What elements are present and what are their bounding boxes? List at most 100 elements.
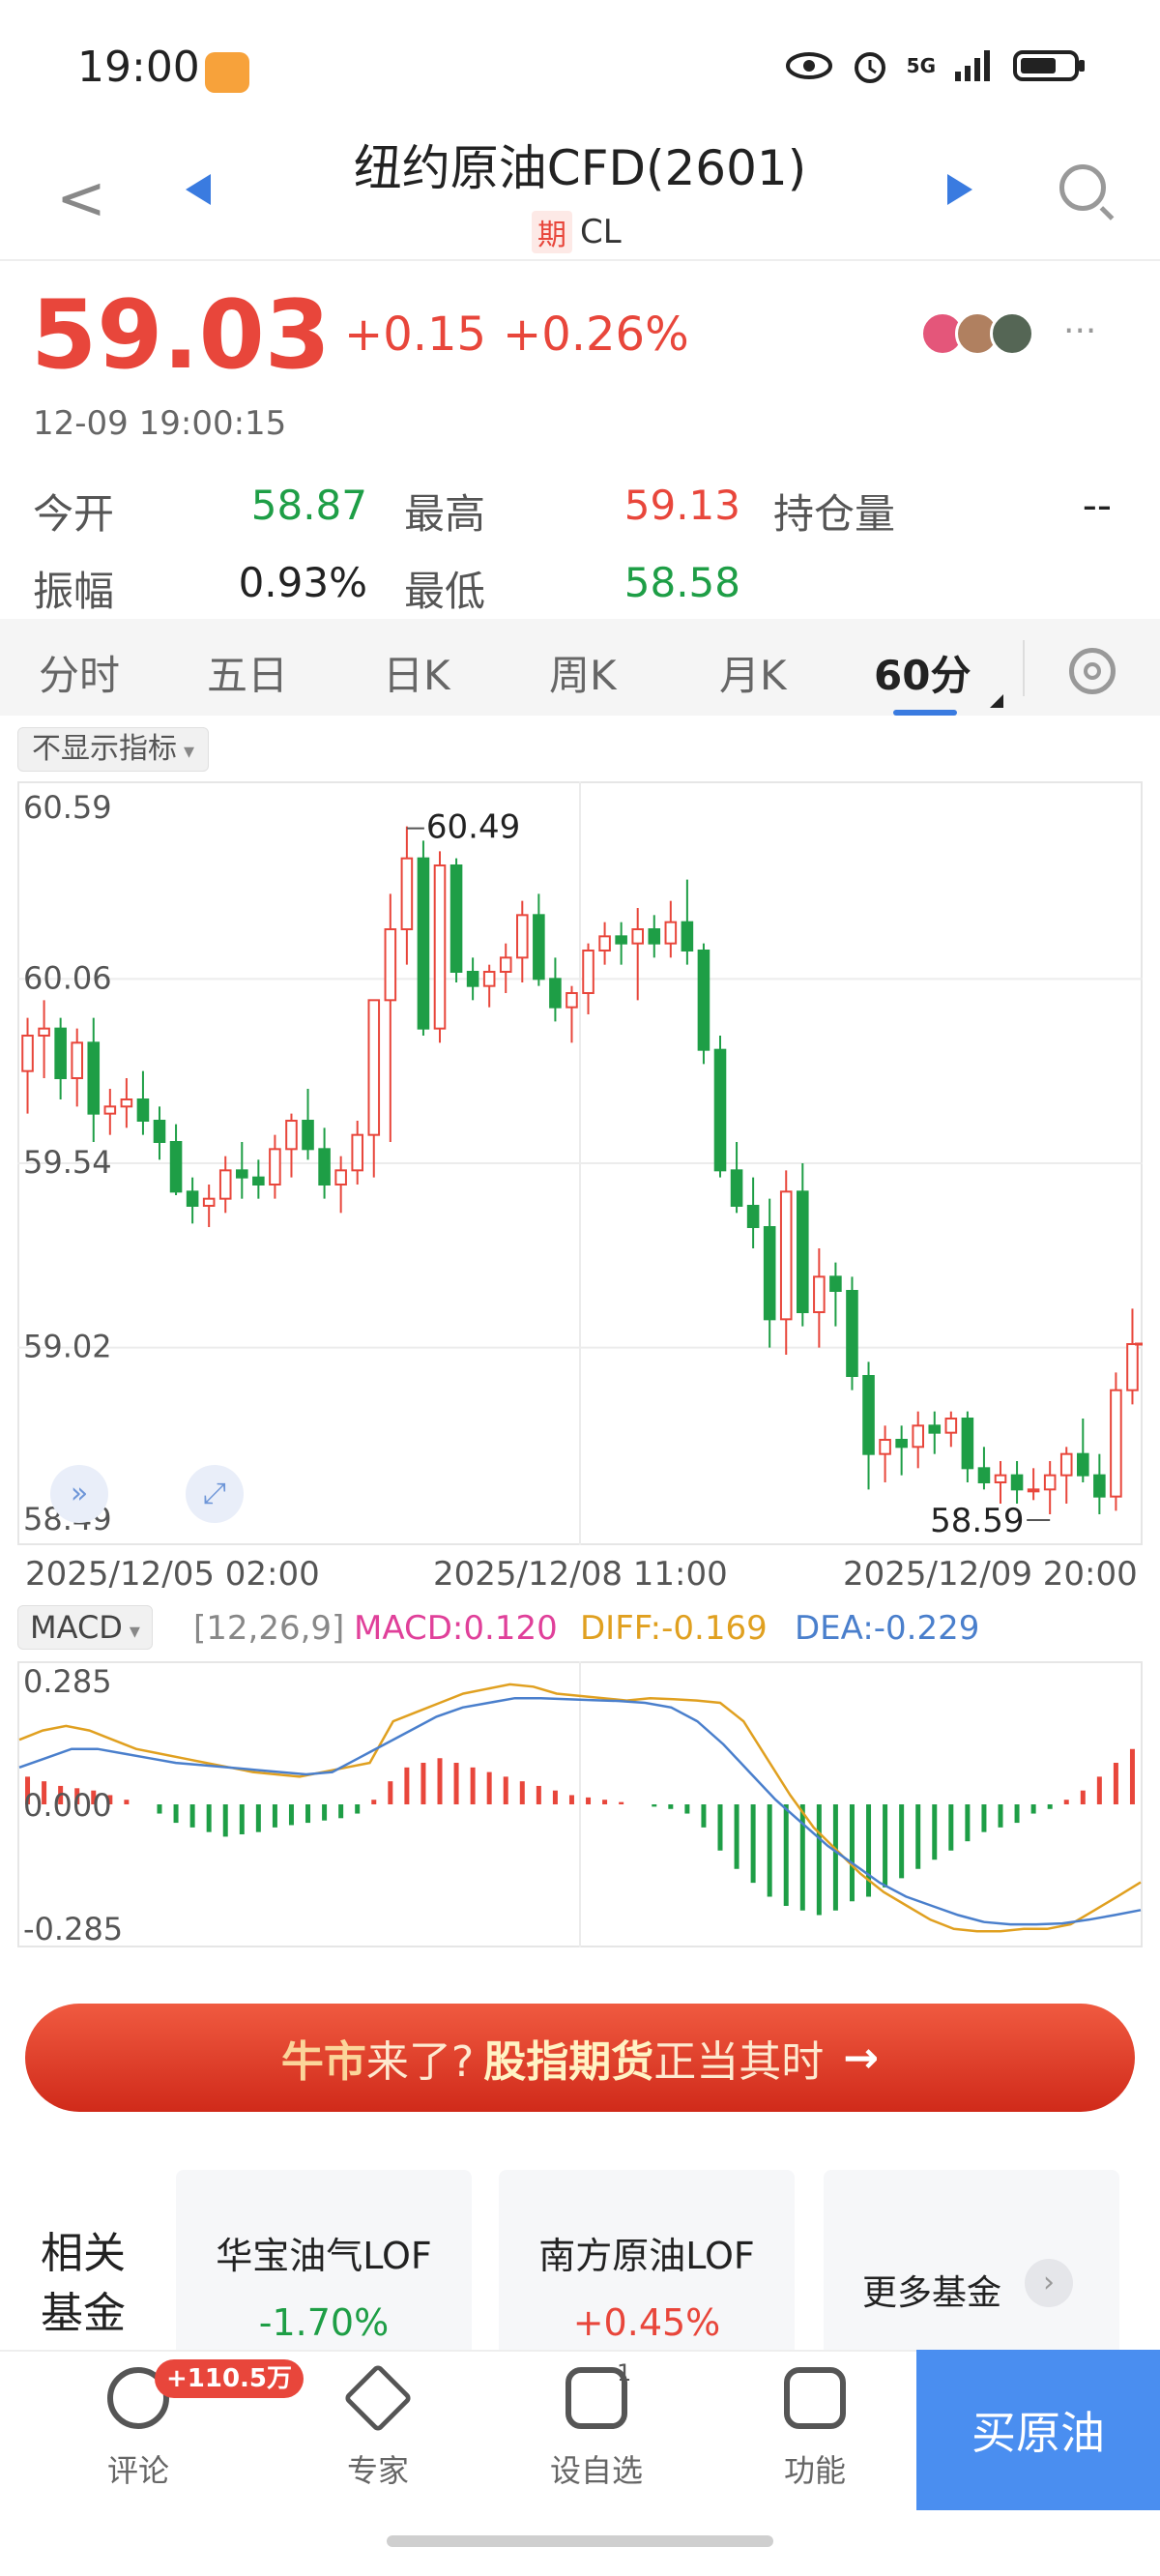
- avatar: [990, 311, 1034, 356]
- macd-chart[interactable]: 0.285 0.000 -0.285: [17, 1661, 1143, 1947]
- diamond-icon: [342, 2362, 414, 2434]
- macd-value: MACD:0.120: [354, 1609, 558, 1648]
- stat-label-open: 今开: [33, 490, 115, 538]
- candle-body: [400, 857, 414, 930]
- candle-body: [136, 1098, 150, 1122]
- signal-icon: [955, 50, 990, 81]
- candle-body: [1126, 1343, 1139, 1391]
- fund-name: 华宝油气LOF: [216, 2235, 432, 2277]
- macd-indicator-select[interactable]: MACD: [17, 1605, 153, 1650]
- tab-weekly-k[interactable]: 周K: [549, 643, 617, 702]
- stat-label-low: 最低: [404, 568, 486, 615]
- app-notification-icon: [205, 52, 249, 93]
- candle-body: [846, 1290, 858, 1377]
- watchlist-count: 1: [617, 2359, 632, 2386]
- stat-value-open: 58.87: [250, 482, 367, 529]
- candle-body: [466, 971, 479, 987]
- search-icon[interactable]: [1059, 164, 1106, 211]
- home-indicator[interactable]: [387, 2535, 773, 2547]
- header-divider: [0, 259, 1160, 261]
- y-tick-label: 60.59: [23, 789, 112, 826]
- y-tick-label: 59.02: [23, 1329, 112, 1365]
- diff-value: DIFF:-0.169: [580, 1609, 768, 1648]
- candle-body: [71, 1041, 83, 1080]
- candlestick-chart[interactable]: 60.5960.0659.5459.0258.4960.4958.59: [17, 781, 1143, 1545]
- expert-button[interactable]: 专家: [305, 2362, 450, 2491]
- tab-intraday[interactable]: 分时: [39, 643, 120, 702]
- candle-body: [697, 950, 710, 1051]
- tab-60min[interactable]: 60分: [874, 643, 971, 702]
- candle-body: [813, 1275, 826, 1313]
- candle-body: [334, 1169, 347, 1186]
- candle-body: [566, 992, 578, 1009]
- functions-button[interactable]: 功能: [742, 2367, 887, 2491]
- candle-body: [1010, 1474, 1024, 1491]
- stat-value-open-interest: --: [1082, 482, 1112, 529]
- candle-body: [54, 1027, 67, 1080]
- candle-body: [38, 1027, 50, 1038]
- candle-body: [862, 1375, 875, 1455]
- tab-five-day[interactable]: 五日: [207, 643, 288, 702]
- dea-value: DEA:-0.229: [795, 1609, 980, 1648]
- candle-body: [1043, 1474, 1057, 1491]
- min-annotation: 58.59: [930, 1502, 1024, 1540]
- candle-body: [730, 1169, 743, 1208]
- candle-body: [928, 1424, 942, 1434]
- candle-body: [713, 1048, 727, 1172]
- expand-icon[interactable]: ⤢: [186, 1465, 244, 1523]
- indicator-select[interactable]: 不显示指标: [17, 727, 210, 772]
- status-time: 19:00: [77, 43, 200, 92]
- candle-body: [252, 1176, 265, 1186]
- candle-body: [1077, 1452, 1089, 1477]
- banner-part2: 来了?: [365, 2037, 475, 2087]
- stat-value-high: 59.13: [624, 482, 740, 529]
- tab-daily-k[interactable]: 日K: [383, 643, 450, 702]
- buy-crude-button[interactable]: 买原油: [916, 2350, 1160, 2510]
- promo-banner[interactable]: 牛市 来了? 股指期货 正当其时 →: [25, 2004, 1135, 2112]
- previous-item-icon[interactable]: [186, 174, 211, 205]
- y-tick-label: 0.000: [23, 1787, 112, 1824]
- y-tick-label: 60.06: [23, 959, 112, 996]
- stat-label-high: 最高: [404, 490, 486, 538]
- related-funds-title: 相关基金: [41, 2229, 126, 2338]
- candle-body: [1093, 1474, 1106, 1498]
- y-tick-label: 0.285: [23, 1663, 112, 1700]
- candle-body: [21, 1035, 34, 1072]
- settings-gear-center: [1084, 662, 1101, 680]
- next-item-icon[interactable]: [947, 174, 972, 205]
- candle-body: [1110, 1389, 1122, 1498]
- tab-dropdown-corner-icon: [990, 694, 1003, 708]
- candle-body: [1027, 1488, 1040, 1493]
- user-avatars[interactable]: [920, 311, 1034, 356]
- back-icon[interactable]: <: [56, 162, 106, 233]
- more-icon[interactable]: ···: [1063, 311, 1096, 351]
- x-tick-label: 2025/12/09 20:00: [843, 1555, 1138, 1594]
- candle-body: [202, 1197, 216, 1207]
- page-title: 纽约原油CFD(2601): [353, 140, 807, 196]
- candle-body: [87, 1041, 101, 1115]
- stat-value-amplitude: 0.93%: [238, 559, 367, 606]
- candle-body: [829, 1275, 842, 1292]
- candle-body: [482, 971, 496, 987]
- fund-change: +0.45%: [572, 2301, 721, 2344]
- active-tab-indicator: [893, 710, 957, 716]
- battery-icon: [1013, 50, 1085, 81]
- fund-change: -1.70%: [258, 2301, 390, 2344]
- candle-body: [351, 1133, 363, 1172]
- add-watchlist-button[interactable]: 设自选: [524, 2367, 669, 2491]
- fund-name: 南方原油LOF: [538, 2235, 755, 2277]
- more-funds-label: 更多基金: [862, 2273, 1002, 2313]
- max-annotation: 60.49: [426, 808, 520, 847]
- chevron-right-icon: ›: [1025, 2259, 1073, 2307]
- x-tick-label: 2025/12/08 11:00: [433, 1555, 728, 1594]
- banner-part3: 股指期货: [483, 2037, 654, 2087]
- fast-forward-icon[interactable]: »: [50, 1465, 108, 1523]
- candle-body: [153, 1120, 166, 1143]
- add-watchlist-label: 设自选: [549, 2452, 643, 2489]
- price-change-pct: +0.26%: [503, 307, 689, 362]
- stat-value-low: 58.58: [624, 559, 740, 606]
- tab-monthly-k[interactable]: 月K: [719, 643, 787, 702]
- candle-body: [302, 1120, 314, 1151]
- instrument-code-label: CL: [580, 213, 622, 251]
- comment-label: 评论: [106, 2452, 169, 2489]
